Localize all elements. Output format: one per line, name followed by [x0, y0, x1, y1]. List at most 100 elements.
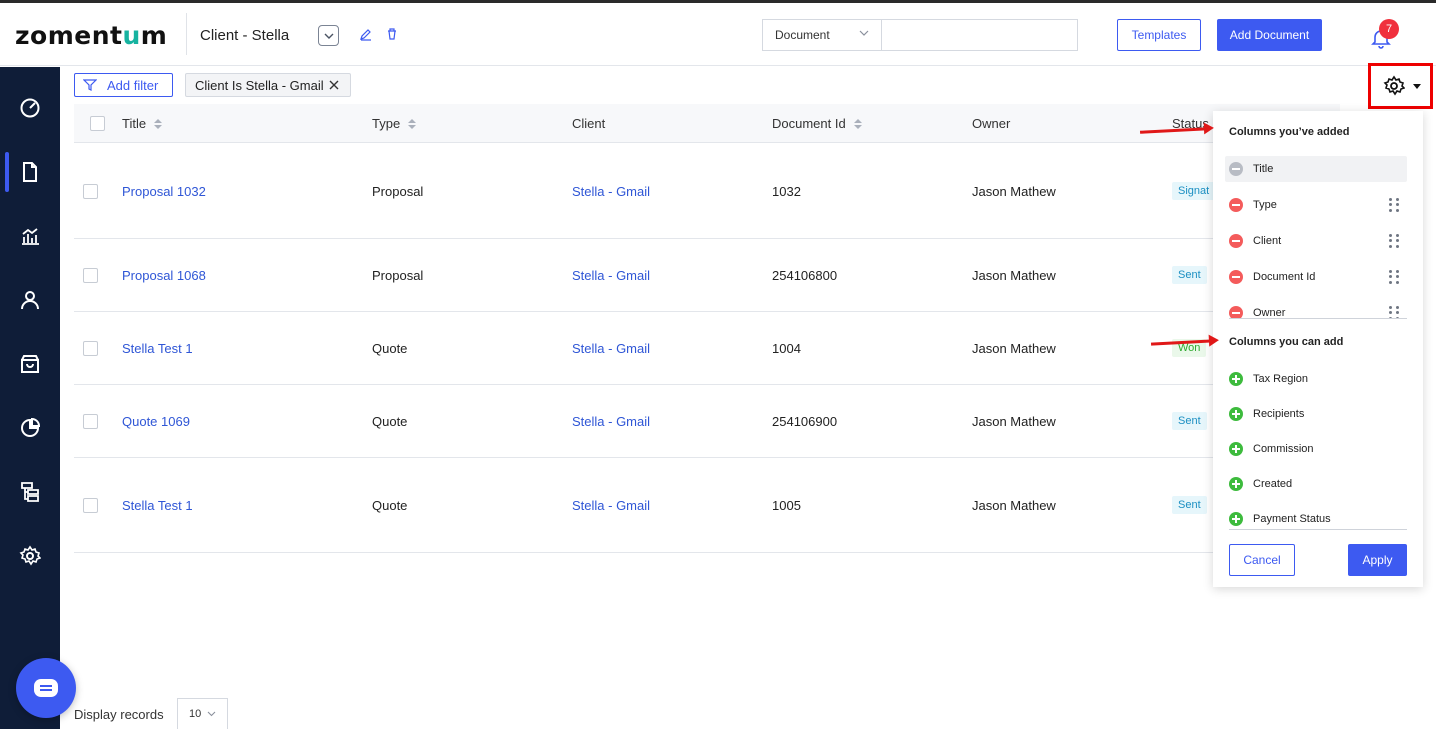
drag-handle-icon[interactable] — [1389, 270, 1399, 284]
chevron-down-icon — [324, 33, 333, 39]
column-header-owner[interactable]: Owner — [972, 116, 1010, 131]
client-link[interactable]: Stella - Gmail — [572, 498, 650, 513]
drag-handle-icon[interactable] — [1389, 234, 1399, 248]
document-title-link[interactable]: Stella Test 1 — [122, 498, 193, 513]
top-header: zomentum Client - Stella Document Templa… — [0, 3, 1436, 66]
added-column-document-id[interactable]: Document Id — [1225, 264, 1407, 290]
remove-icon[interactable] — [1229, 198, 1243, 212]
close-icon[interactable] — [327, 78, 341, 92]
edit-icon[interactable] — [359, 27, 373, 41]
delete-icon[interactable] — [385, 27, 399, 41]
document-type-select[interactable]: Document — [762, 19, 882, 51]
hierarchy-icon — [21, 482, 39, 502]
sidebar-item-settings[interactable] — [0, 534, 60, 578]
table-row[interactable]: Stella Test 1 Quote Stella - Gmail 1004 … — [74, 312, 1340, 385]
cancel-button[interactable]: Cancel — [1229, 544, 1295, 576]
select-all-checkbox[interactable] — [90, 116, 105, 131]
row-checkbox[interactable] — [83, 414, 98, 429]
remove-icon[interactable] — [1229, 270, 1243, 284]
drag-handle-icon[interactable] — [1389, 198, 1399, 212]
sort-icon — [154, 118, 163, 129]
notification-badge: 7 — [1379, 19, 1399, 39]
zomentum-logo[interactable]: zomentum — [15, 21, 167, 50]
document-id: 1032 — [772, 184, 801, 199]
column-settings-button[interactable] — [1368, 63, 1433, 109]
client-link[interactable]: Stella - Gmail — [572, 414, 650, 429]
sidebar-item-dashboard[interactable] — [0, 86, 60, 130]
column-header-client[interactable]: Client — [572, 116, 605, 131]
client-link[interactable]: Stella - Gmail — [572, 341, 650, 356]
sidebar-item-reports[interactable] — [0, 214, 60, 258]
column-label: Type — [1253, 199, 1277, 211]
sidebar-item-products[interactable] — [0, 342, 60, 386]
document-type: Quote — [372, 498, 408, 513]
added-column-client[interactable]: Client — [1225, 228, 1407, 254]
available-column-recipients[interactable]: Recipients — [1225, 401, 1407, 427]
chat-icon — [34, 679, 58, 697]
owner-name: Jason Mathew — [972, 184, 1056, 199]
available-column-commission[interactable]: Commission — [1225, 436, 1407, 462]
added-column-owner[interactable]: Owner — [1225, 300, 1407, 318]
chevron-down-icon — [207, 711, 216, 717]
column-label: Recipients — [1253, 408, 1305, 420]
add-icon[interactable] — [1229, 512, 1243, 526]
records-per-page-value: 10 — [189, 708, 202, 720]
table-row[interactable]: Stella Test 1 Quote Stella - Gmail 1005 … — [74, 458, 1340, 553]
column-label: Document Id — [1253, 271, 1316, 283]
add-filter-button[interactable]: Add filter — [74, 73, 173, 97]
chevron-down-icon — [859, 30, 869, 36]
added-column-type[interactable]: Type — [1225, 192, 1407, 218]
row-checkbox[interactable] — [83, 498, 98, 513]
sidebar-item-documents[interactable] — [0, 150, 60, 194]
add-icon[interactable] — [1229, 477, 1243, 491]
available-column-tax-region[interactable]: Tax Region — [1225, 366, 1407, 392]
add-filter-label: Add filter — [107, 77, 159, 93]
filter-chip: Client Is Stella - Gmail — [185, 73, 351, 97]
client-link[interactable]: Stella - Gmail — [572, 184, 650, 199]
sidebar-item-clients[interactable] — [0, 278, 60, 322]
column-header-type[interactable]: Type — [372, 116, 417, 131]
document-title-link[interactable]: Stella Test 1 — [122, 341, 193, 356]
records-per-page-select[interactable]: 10 — [177, 698, 228, 729]
status-badge: Sent — [1172, 412, 1207, 430]
add-icon[interactable] — [1229, 407, 1243, 421]
column-header-title[interactable]: Title — [122, 116, 163, 131]
templates-button[interactable]: Templates — [1117, 19, 1201, 51]
document-title-link[interactable]: Quote 1069 — [122, 414, 190, 429]
added-columns-scroll-area[interactable]: Owner — [1213, 296, 1423, 318]
search-input[interactable] — [882, 19, 1078, 51]
remove-icon[interactable] — [1229, 234, 1243, 248]
drag-handle-icon[interactable] — [1389, 306, 1399, 318]
added-columns-heading: Columns you’ve added — [1229, 126, 1350, 138]
client-switcher-button[interactable] — [318, 25, 339, 46]
manage-columns-panel: Columns you’ve added Title Type Client D… — [1213, 111, 1423, 587]
available-column-created[interactable]: Created — [1225, 471, 1407, 497]
add-document-button[interactable]: Add Document — [1217, 19, 1322, 51]
document-id: 1005 — [772, 498, 801, 513]
row-checkbox[interactable] — [83, 268, 98, 283]
chat-support-button[interactable] — [16, 658, 76, 718]
owner-name: Jason Mathew — [972, 414, 1056, 429]
column-label: Owner — [1253, 307, 1286, 318]
caret-down-icon — [1413, 83, 1421, 89]
table-row[interactable]: Quote 1069 Quote Stella - Gmail 25410690… — [74, 385, 1340, 458]
client-link[interactable]: Stella - Gmail — [572, 268, 650, 283]
column-header-document-id[interactable]: Document Id — [772, 116, 862, 131]
table-row[interactable]: Proposal 1032 Proposal Stella - Gmail 10… — [74, 144, 1340, 239]
analytics-icon — [21, 417, 41, 437]
sidebar-item-hierarchy[interactable] — [0, 470, 60, 514]
added-column-title[interactable]: Title — [1225, 156, 1407, 182]
owner-name: Jason Mathew — [972, 268, 1056, 283]
apply-button[interactable]: Apply — [1348, 544, 1407, 576]
add-icon[interactable] — [1229, 442, 1243, 456]
document-id: 254106800 — [772, 268, 838, 283]
sidebar-item-analytics[interactable] — [0, 406, 60, 450]
document-title-link[interactable]: Proposal 1032 — [122, 184, 206, 199]
document-title-link[interactable]: Proposal 1068 — [122, 268, 206, 283]
document-type: Quote — [372, 414, 408, 429]
add-icon[interactable] — [1229, 372, 1243, 386]
row-checkbox[interactable] — [83, 341, 98, 356]
remove-icon[interactable] — [1229, 306, 1243, 318]
table-row[interactable]: Proposal 1068 Proposal Stella - Gmail 25… — [74, 239, 1340, 312]
row-checkbox[interactable] — [83, 184, 98, 199]
